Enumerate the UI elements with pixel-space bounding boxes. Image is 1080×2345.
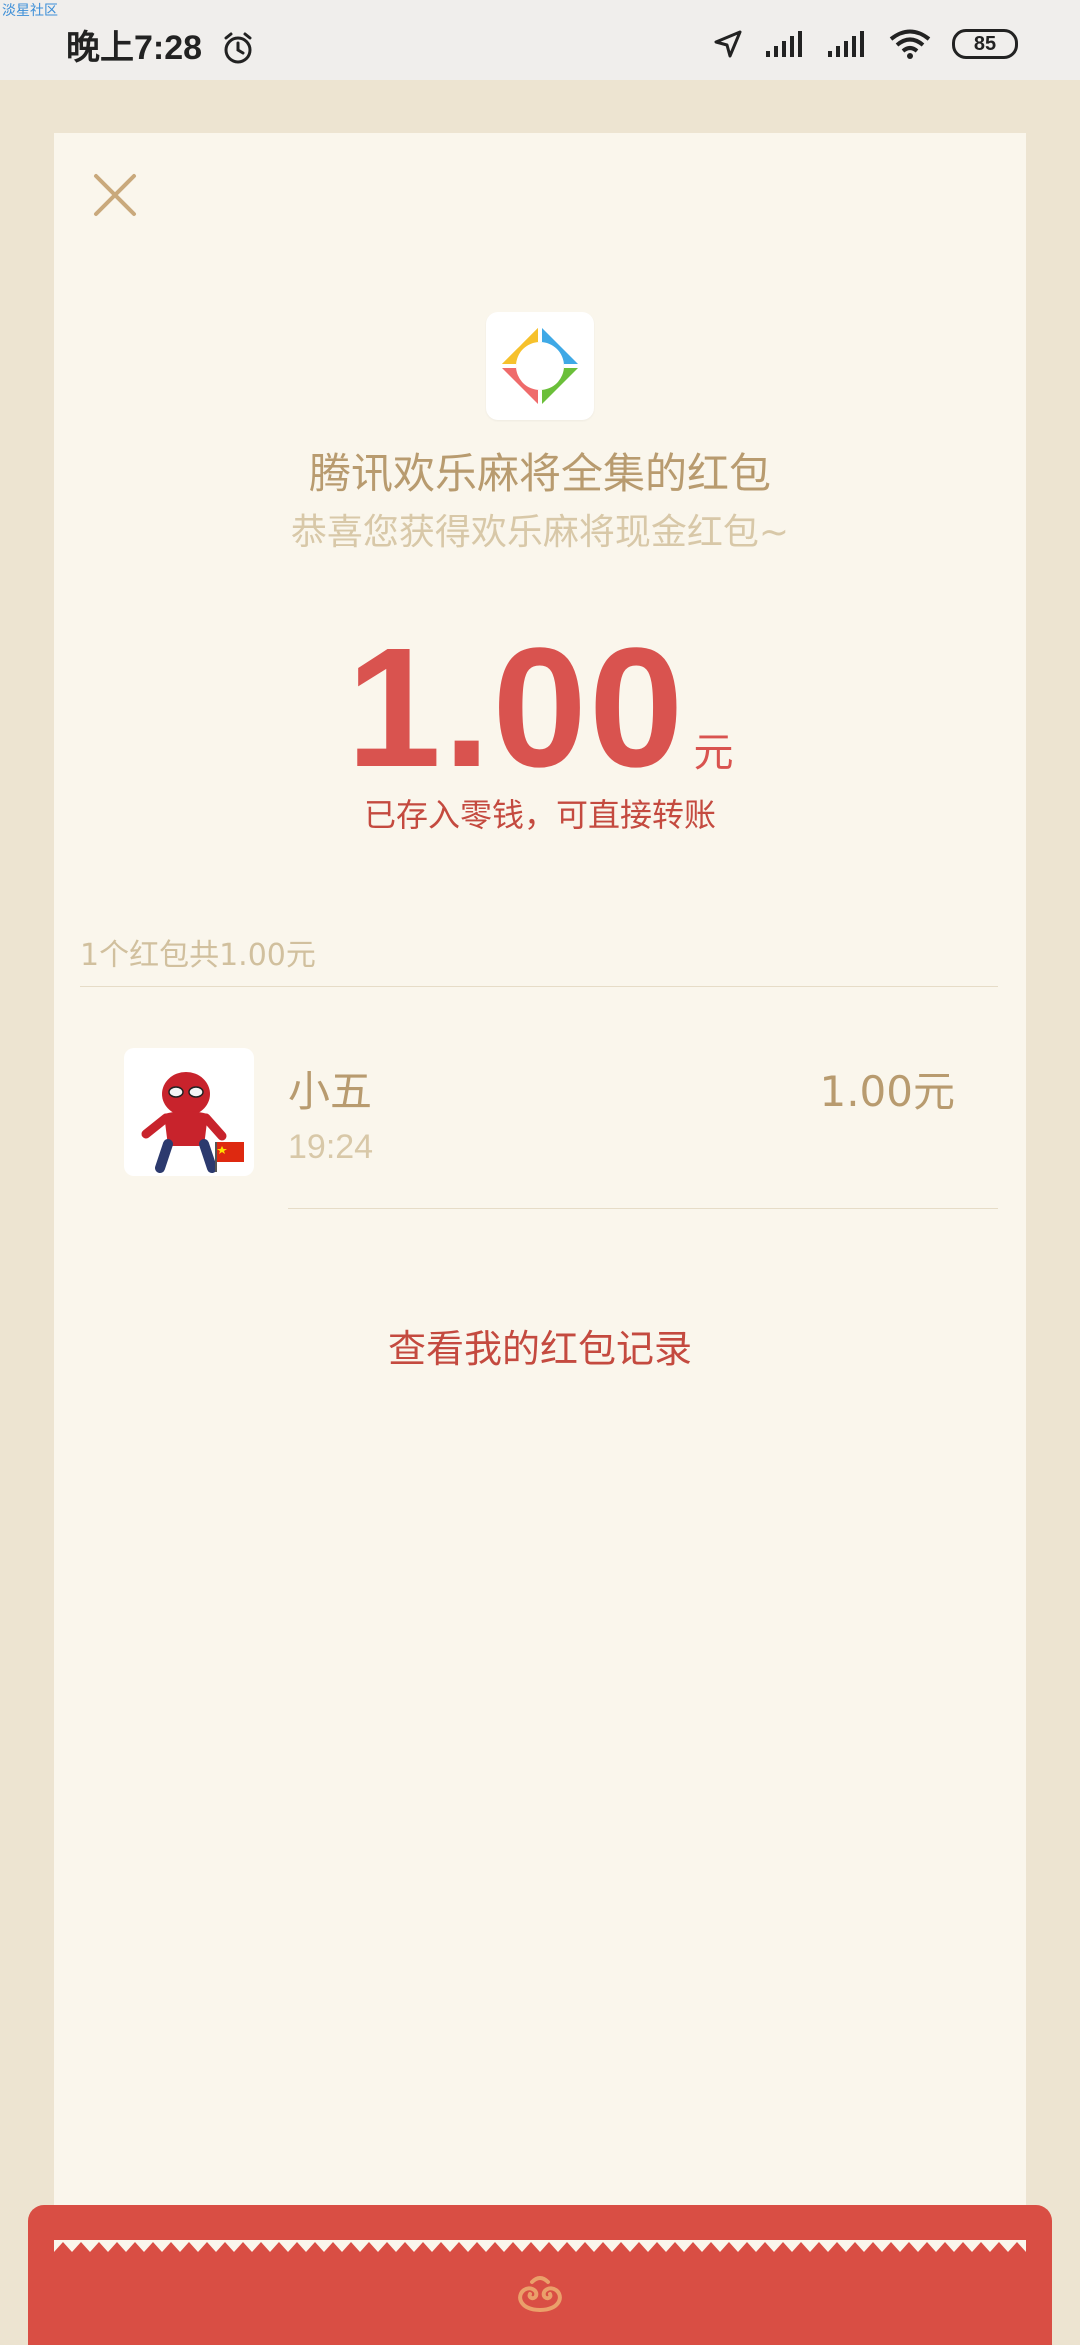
spiderman-avatar-icon xyxy=(141,1072,244,1173)
amount-display: 1.00 元 xyxy=(0,610,1080,806)
amount-value: 1.00 xyxy=(346,613,686,803)
divider xyxy=(80,986,998,987)
amount-unit: 元 xyxy=(693,730,734,776)
packet-title: 腾讯欢乐麻将全集的红包 xyxy=(308,449,771,498)
watermark: 淡星社区 xyxy=(2,3,58,19)
location-icon xyxy=(714,30,742,58)
status-bar: 晚上7:28 85 xyxy=(0,0,1080,80)
status-time: 晚上7:28 xyxy=(66,29,203,67)
cloud-emblem-icon xyxy=(518,2276,562,2312)
zigzag-edge xyxy=(54,2240,1026,2252)
packet-subtitle: 恭喜您获得欢乐麻将现金红包~ xyxy=(290,512,790,553)
app-logo xyxy=(486,312,594,420)
deposit-note[interactable]: 已存入零钱，可直接转账 xyxy=(0,790,1080,836)
mahjong-logo-icon xyxy=(500,326,580,406)
avatar[interactable] xyxy=(124,1048,254,1176)
packet-summary: 1个红包共1.00元 xyxy=(80,938,316,973)
view-records-link[interactable]: 查看我的红包记录 xyxy=(0,1318,1080,1373)
signal-icon-2 xyxy=(828,31,864,57)
alarm-icon xyxy=(224,32,252,64)
receipt-time: 19:24 xyxy=(288,1128,374,1166)
status-icons: 85 xyxy=(712,28,1018,60)
battery-indicator: 85 xyxy=(952,29,1018,59)
close-icon[interactable] xyxy=(90,170,140,220)
divider xyxy=(288,1208,998,1209)
wifi-icon xyxy=(889,29,931,59)
receipt-amount: 1.00元 xyxy=(819,1067,955,1116)
signal-icon xyxy=(766,31,802,57)
sender-name: 小五 xyxy=(288,1067,373,1116)
